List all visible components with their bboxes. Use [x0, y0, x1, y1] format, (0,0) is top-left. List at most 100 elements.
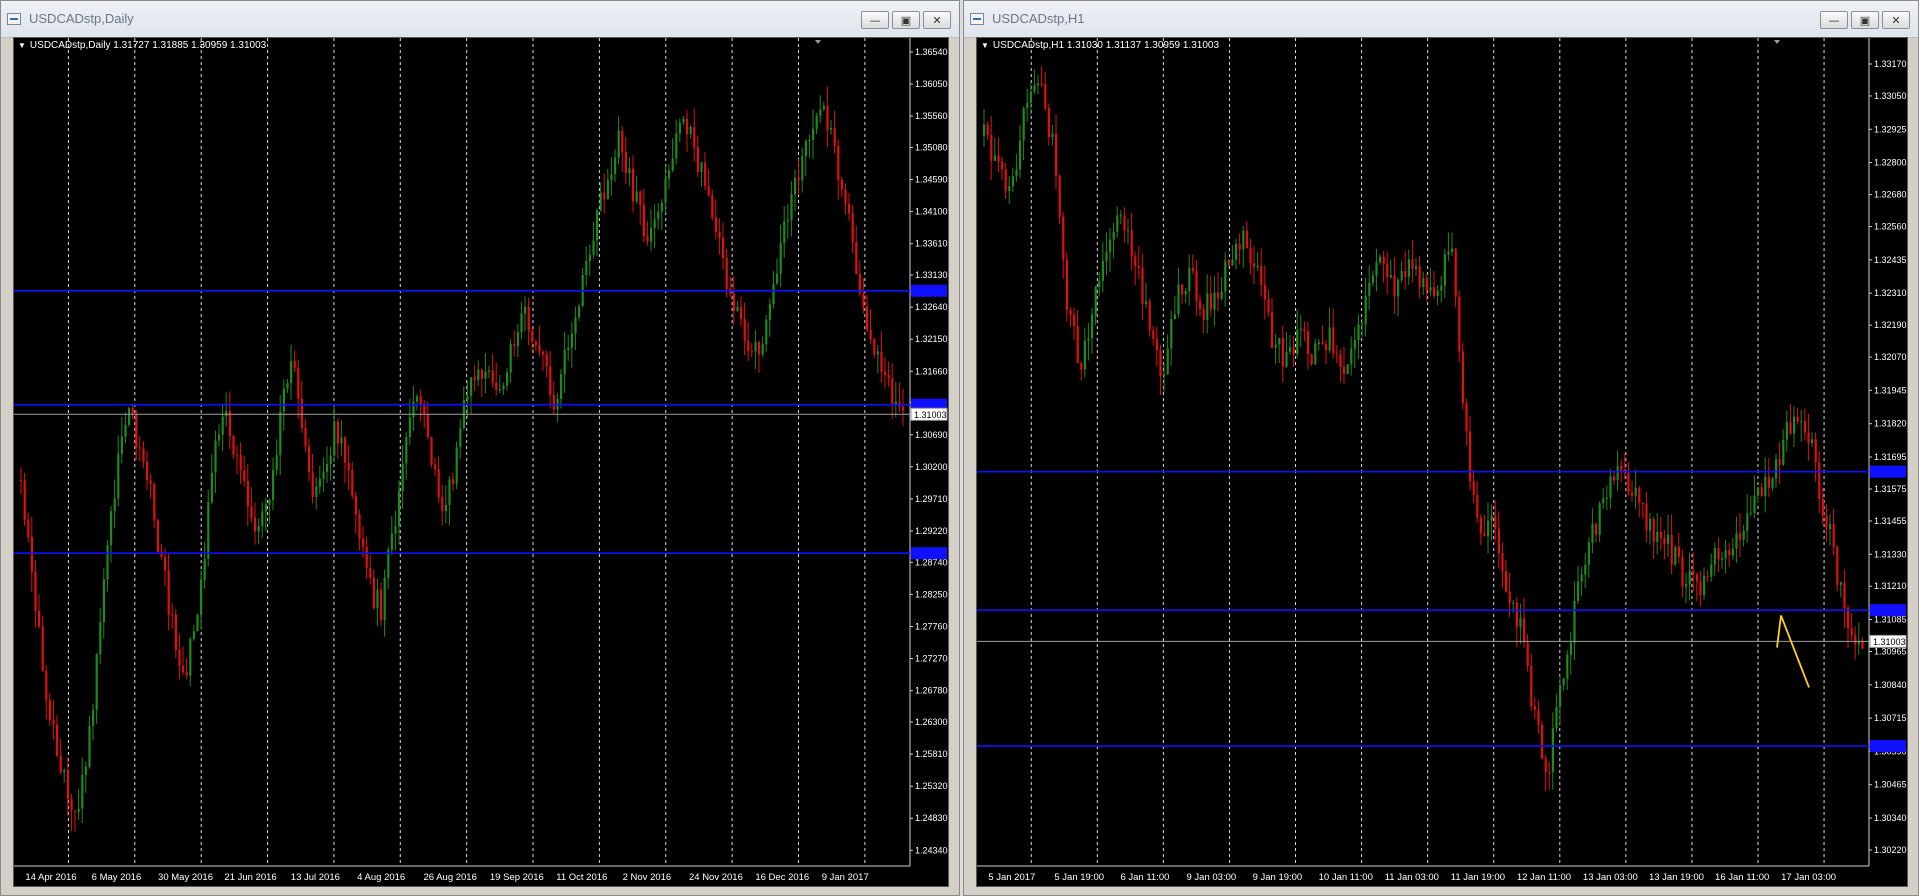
candle-body [455, 447, 458, 484]
window-titlebar[interactable]: USDCADstp,Daily — ▣ ✕ [1, 1, 959, 38]
candle-body [1631, 492, 1634, 496]
candle-body [23, 480, 26, 520]
candle-body [552, 395, 555, 410]
candle-body [804, 141, 807, 157]
price-chart[interactable]: 14 Apr 2016 6 May 2016 30 May 2016 21 Jun 2… [14, 38, 948, 886]
candle-body [257, 526, 260, 532]
candle-body [196, 614, 199, 632]
candle-body [1472, 481, 1475, 495]
candle-body [653, 219, 656, 229]
candle-body [218, 434, 221, 441]
candle-body [45, 670, 48, 700]
candle-body [448, 479, 451, 505]
candle-body [185, 672, 188, 676]
y-tick-label: 1.30715 [1874, 713, 1907, 723]
candle-body [362, 538, 365, 547]
candle-body [491, 370, 494, 383]
candle-body [20, 479, 23, 481]
candle-body [70, 798, 73, 811]
chart-area[interactable]: ▼ USDCADstp,H1 1.31030 1.31137 1.30959 1.… [976, 37, 1908, 887]
candle-body [534, 341, 537, 346]
candle-body [239, 454, 242, 471]
candle-body [1317, 342, 1320, 344]
candle-body [1703, 575, 1706, 596]
candle-body [347, 462, 350, 471]
candle-body [1710, 564, 1713, 577]
candle-body [1843, 582, 1846, 608]
candle-body [74, 810, 77, 812]
restore-icon[interactable]: ▣ [892, 11, 920, 29]
candle-body [1105, 252, 1108, 261]
candle-body [768, 304, 771, 320]
candle-body [250, 506, 253, 518]
candle-body [1616, 465, 1619, 481]
candle-body [830, 127, 833, 130]
candle-body [1613, 476, 1616, 481]
chart-area[interactable]: ▼ USDCADstp,Daily 1.31727 1.31885 1.30959… [13, 37, 949, 887]
candle-body [1379, 256, 1382, 263]
close-icon[interactable]: ✕ [923, 11, 951, 29]
candle-body [1487, 520, 1490, 537]
y-tick-label: 1.30840 [1874, 680, 1907, 690]
candle-body [516, 332, 519, 347]
candle-body [1155, 338, 1158, 351]
candle-body [1145, 301, 1148, 304]
candle-body [1490, 515, 1493, 521]
candle-body [1170, 319, 1173, 349]
candle-body [1595, 523, 1598, 535]
chart-window-icon [970, 13, 984, 25]
candle-body [1083, 340, 1086, 370]
candle-body [1667, 534, 1670, 545]
candle-body [1375, 262, 1378, 276]
minimize-icon[interactable]: — [1820, 11, 1848, 29]
y-tick-label: 1.27760 [915, 621, 948, 631]
candle-body [1479, 517, 1482, 534]
candle-body [1029, 91, 1032, 103]
candle-body [1609, 476, 1612, 498]
candle-body [1605, 497, 1608, 499]
candle-body [1152, 330, 1155, 339]
close-icon[interactable]: ✕ [1882, 11, 1910, 29]
candle-body [1242, 230, 1245, 250]
candle-body [1094, 287, 1097, 316]
h1-chart-window[interactable]: USDCADstp,H1 — ▣ ✕ ▼ USDCADstp,H1 1.31030… [963, 0, 1919, 896]
candle-body [401, 463, 404, 492]
daily-chart-window[interactable]: USDCADstp,Daily — ▣ ✕ ▼ USDCADstp,Daily 1… [0, 0, 960, 896]
candle-body [1818, 462, 1821, 499]
candle-body [884, 371, 887, 376]
x-tick-label: 13 Jul 2016 [291, 872, 340, 883]
y-tick-label: 1.34590 [915, 175, 948, 185]
candle-body [290, 361, 293, 384]
candle-body [682, 118, 685, 123]
price-chart[interactable]: 5 Jan 2017 5 Jan 19:00 6 Jan 11:00 9 Jan 03… [977, 38, 1907, 886]
current-price-label: 1.31003 [1873, 637, 1906, 647]
candle-body [1814, 439, 1817, 463]
window-titlebar[interactable]: USDCADstp,H1 — ▣ ✕ [964, 1, 1918, 38]
restore-icon[interactable]: ▣ [1851, 11, 1879, 29]
candle-body [383, 577, 386, 620]
x-tick-label: 19 Sep 2016 [490, 872, 544, 883]
candle-body [1199, 300, 1202, 310]
candle-body [1573, 600, 1576, 643]
minimize-icon[interactable]: — [861, 11, 889, 29]
y-tick-label: 1.33170 [1874, 59, 1907, 69]
shift-marker-icon [1774, 40, 1780, 44]
candle-body [1602, 498, 1605, 504]
candle-body [441, 497, 444, 512]
candle-body [268, 500, 271, 505]
candle-body [668, 170, 671, 179]
y-tick-label: 1.33610 [915, 239, 948, 249]
candle-body [1357, 324, 1360, 341]
y-tick-label: 1.36540 [915, 47, 948, 57]
candle-body [1508, 591, 1511, 603]
y-tick-label: 1.30340 [1874, 813, 1907, 823]
candle-body [664, 178, 667, 203]
candle-body [1523, 618, 1526, 643]
x-tick-label: 6 Jan 11:00 [1120, 872, 1169, 883]
candle-body [797, 177, 800, 181]
candle-body [1069, 310, 1072, 316]
candle-body [848, 203, 851, 214]
candle-body [1425, 278, 1428, 291]
candle-body [1533, 706, 1536, 710]
candle-body [678, 122, 681, 134]
